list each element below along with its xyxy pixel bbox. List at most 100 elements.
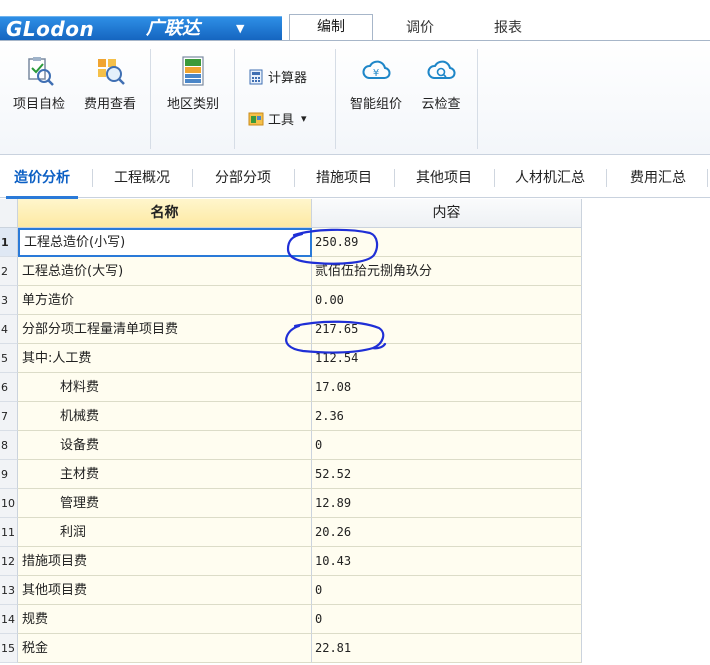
row-number[interactable]: 15 (0, 634, 18, 663)
ribbon-toolbar: 项目自检 费用查看 地区类别 计算器 工具 ▾ ¥ 智能组价 云检查 (0, 40, 710, 155)
row-number[interactable]: 6 (0, 373, 18, 402)
ribbon-divider (234, 49, 235, 149)
tab-divider (707, 169, 708, 187)
cell-name[interactable]: 单方造价 (18, 286, 312, 315)
row-number[interactable]: 7 (0, 402, 18, 431)
project-check-button[interactable]: 项目自检 (4, 55, 74, 112)
column-header-content[interactable]: 内容 (312, 199, 582, 228)
row-number[interactable]: 12 (0, 547, 18, 576)
cell-content[interactable]: 12.89 (312, 489, 582, 518)
menu-tab-report[interactable]: 报表 (473, 16, 543, 41)
grid-header: 名称 内容 (0, 199, 582, 228)
tab-project-overview[interactable]: 工程概况 (98, 158, 186, 198)
cell-name[interactable]: 规费 (18, 605, 312, 634)
table-row[interactable]: 1 工程总造价(小写) 250.89 (0, 228, 582, 257)
cell-name[interactable]: 主材费 (18, 460, 312, 489)
cell-name[interactable]: 分部分项工程量清单项目费 (18, 315, 312, 344)
tab-other-items[interactable]: 其他项目 (400, 158, 488, 198)
grid-corner[interactable] (0, 199, 18, 228)
row-number[interactable]: 3 (0, 286, 18, 315)
table-row[interactable]: 2 工程总造价(大写) 贰佰伍拾元捌角玖分 (0, 257, 582, 286)
cell-content[interactable]: 0.00 (312, 286, 582, 315)
tab-labor-material-summary[interactable]: 人材机汇总 (500, 158, 600, 198)
cell-name[interactable]: 设备费 (18, 431, 312, 460)
table-row[interactable]: 5 其中:人工费 112.54 (0, 344, 582, 373)
table-row[interactable]: 13 其他项目费 0 (0, 576, 582, 605)
table-row[interactable]: 9 主材费 52.52 (0, 460, 582, 489)
row-number[interactable]: 14 (0, 605, 18, 634)
tab-cost-analysis[interactable]: 造价分析 (2, 158, 82, 199)
row-number[interactable]: 8 (0, 431, 18, 460)
cell-name[interactable]: 利润 (18, 518, 312, 547)
row-number[interactable]: 13 (0, 576, 18, 605)
tab-fee-summary[interactable]: 费用汇总 (612, 158, 704, 198)
cell-content[interactable]: 贰佰伍拾元捌角玖分 (312, 257, 582, 286)
table-row[interactable]: 8 设备费 0 (0, 431, 582, 460)
table-row[interactable]: 14 规费 0 (0, 605, 582, 634)
cell-name[interactable]: 材料费 (18, 373, 312, 402)
project-check-icon (28, 57, 54, 86)
cell-content[interactable]: 217.65 (312, 315, 582, 344)
cell-content[interactable]: 112.54 (312, 344, 582, 373)
calculator-button[interactable]: 计算器 (248, 67, 307, 86)
fee-view-button[interactable]: 费用查看 (75, 55, 145, 112)
cell-name[interactable]: 措施项目费 (18, 547, 312, 576)
cell-name[interactable]: 机械费 (18, 402, 312, 431)
table-row[interactable]: 10 管理费 12.89 (0, 489, 582, 518)
row-number[interactable]: 5 (0, 344, 18, 373)
tab-divider (294, 169, 295, 187)
table-row[interactable]: 4 分部分项工程量清单项目费 217.65 (0, 315, 582, 344)
cell-content[interactable]: 10.43 (312, 547, 582, 576)
table-row[interactable]: 15 税金 22.81 (0, 634, 582, 663)
row-number[interactable]: 9 (0, 460, 18, 489)
tab-divider (494, 169, 495, 187)
smart-price-button[interactable]: ¥ 智能组价 (341, 55, 411, 112)
row-number[interactable]: 4 (0, 315, 18, 344)
cell-name[interactable]: 工程总造价(小写) (18, 228, 312, 257)
table-row[interactable]: 12 措施项目费 10.43 (0, 547, 582, 576)
cloud-search-icon (427, 60, 456, 79)
tab-divider (606, 169, 607, 187)
cell-content[interactable]: 22.81 (312, 634, 582, 663)
chevron-down-icon[interactable]: ▼ (236, 18, 244, 40)
cell-name[interactable]: 税金 (18, 634, 312, 663)
cell-content[interactable]: 17.08 (312, 373, 582, 402)
cell-name[interactable]: 其中:人工费 (18, 344, 312, 373)
cell-content[interactable]: 0 (312, 605, 582, 634)
row-number[interactable]: 11 (0, 518, 18, 547)
cell-name[interactable]: 管理费 (18, 489, 312, 518)
ribbon-divider (150, 49, 151, 149)
cell-name[interactable]: 其他项目费 (18, 576, 312, 605)
cell-name[interactable]: 工程总造价(大写) (18, 257, 312, 286)
tools-dropdown-button[interactable]: 工具 ▾ (248, 109, 307, 128)
cell-content[interactable]: 0 (312, 431, 582, 460)
tab-divider (92, 169, 93, 187)
tab-sub-items[interactable]: 分部分项 (198, 158, 288, 198)
cell-content[interactable]: 2.36 (312, 402, 582, 431)
cloud-check-button[interactable]: 云检查 (410, 55, 472, 112)
row-number[interactable]: 10 (0, 489, 18, 518)
app-logo-menu[interactable]: GLodon 广联达 ▼ (0, 16, 282, 40)
column-header-name[interactable]: 名称 (18, 199, 312, 228)
region-type-icon (182, 56, 204, 86)
cell-content[interactable]: 20.26 (312, 518, 582, 547)
row-number[interactable]: 2 (0, 257, 18, 286)
table-row[interactable]: 3 单方造价 0.00 (0, 286, 582, 315)
row-number[interactable]: 1 (0, 228, 18, 257)
table-row[interactable]: 7 机械费 2.36 (0, 402, 582, 431)
fee-view-label: 费用查看 (83, 97, 136, 112)
menu-tab-edit[interactable]: 编制 (289, 14, 373, 41)
region-type-label: 地区类别 (166, 97, 219, 112)
menu-tab-adjust-price[interactable]: 调价 (385, 16, 455, 41)
tab-measures[interactable]: 措施项目 (300, 158, 388, 198)
region-type-button[interactable]: 地区类别 (158, 55, 228, 112)
menu-bar: GLodon 广联达 ▼ 编制 调价 报表 (0, 0, 710, 41)
cell-content[interactable]: 0 (312, 576, 582, 605)
fee-view-icon (98, 59, 125, 85)
cloud-check-label: 云检查 (421, 97, 461, 112)
table-row[interactable]: 6 材料费 17.08 (0, 373, 582, 402)
cell-content[interactable]: 250.89 (312, 228, 582, 257)
table-row[interactable]: 11 利润 20.26 (0, 518, 582, 547)
cell-content[interactable]: 52.52 (312, 460, 582, 489)
cloud-price-icon: ¥ (362, 60, 391, 79)
